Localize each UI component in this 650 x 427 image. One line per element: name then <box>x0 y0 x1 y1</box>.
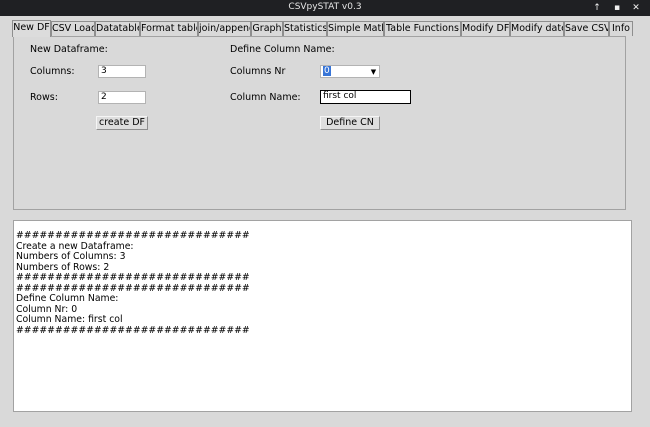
rows-input[interactable]: 2 <box>98 91 146 104</box>
output-console[interactable]: ############################## Create a … <box>13 220 632 412</box>
output-line: ############################## <box>16 272 250 283</box>
tab-save-csv[interactable]: Save CSV <box>564 21 609 36</box>
columns-label: Columns: <box>30 66 75 77</box>
column-name-label: Column Name: <box>230 92 301 103</box>
chevron-down-icon[interactable]: ▼ <box>369 67 378 77</box>
tab-simple-math[interactable]: Simple Math <box>327 21 384 36</box>
maximize-icon[interactable]: ▪ <box>610 1 624 15</box>
move-up-icon[interactable]: ↑ <box>590 1 604 15</box>
define-cn-button[interactable]: Define CN <box>320 116 380 130</box>
output-line: Numbers of Columns: 3 <box>16 251 126 262</box>
tab-format-table[interactable]: Format table <box>140 21 198 36</box>
output-line: ############################## <box>16 230 250 241</box>
define-column-name-heading: Define Column Name: <box>230 44 335 55</box>
output-line: Column Name: first col <box>16 314 123 325</box>
tab-modify-date[interactable]: Modify date <box>510 21 564 36</box>
rows-label: Rows: <box>30 92 58 103</box>
tab-datatable[interactable]: Datatable <box>95 21 140 36</box>
column-nr-value: 0 <box>323 66 331 76</box>
columns-input[interactable]: 3 <box>98 65 146 78</box>
output-line: Define Column Name: <box>16 293 119 304</box>
tab-statistics[interactable]: Statistics <box>283 21 327 36</box>
column-nr-label: Columns Nr <box>230 66 286 77</box>
column-name-input[interactable]: first col <box>320 90 411 104</box>
new-dataframe-heading: New Dataframe: <box>30 44 108 55</box>
create-df-button[interactable]: create DF <box>96 116 148 130</box>
column-nr-select[interactable]: 0 ▼ <box>320 65 380 78</box>
tab-modify-df[interactable]: Modify DF <box>461 21 510 36</box>
new-df-panel: New Dataframe: Columns: 3 Rows: 2 create… <box>13 36 626 210</box>
tab-csv-load[interactable]: CSV Load <box>51 21 95 36</box>
tab-info[interactable]: Info <box>609 21 633 36</box>
tab-table-functions[interactable]: Table Functions <box>384 21 461 36</box>
close-icon[interactable]: ✕ <box>629 1 643 15</box>
tab-graph[interactable]: Graph <box>251 21 283 36</box>
tab-new-df[interactable]: New DF <box>12 20 51 37</box>
tab-join-append[interactable]: join/append <box>198 21 251 36</box>
output-line: ############################## <box>16 324 250 336</box>
title-bar: CSVpySTAT v0.3 ↑ ▪ ✕ <box>0 0 650 16</box>
window-title: CSVpySTAT v0.3 <box>288 2 362 12</box>
